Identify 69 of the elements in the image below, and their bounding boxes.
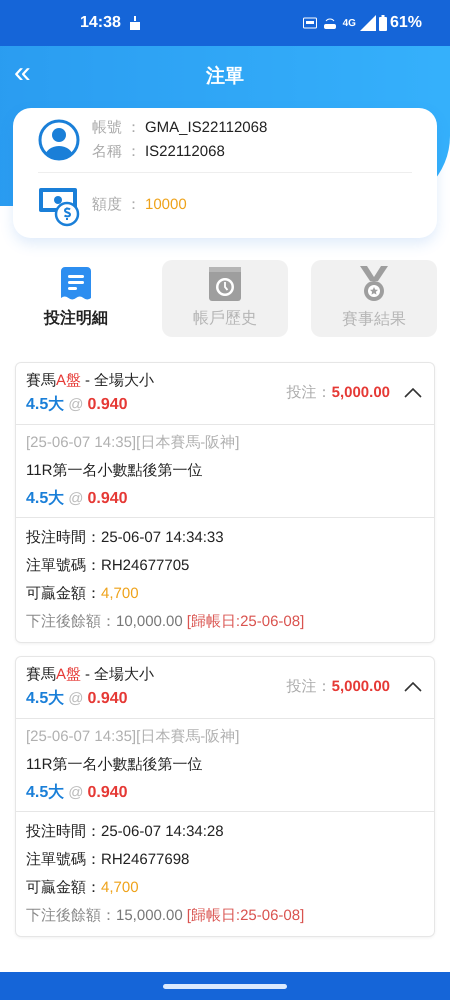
at-sign: @ [68, 488, 84, 509]
field-label: 帳號 [92, 118, 122, 138]
page-title: 注單 [206, 64, 244, 89]
colon: ： [126, 118, 141, 138]
detail-label: 可贏金額： [26, 878, 101, 898]
odds: 0.940 [87, 489, 128, 509]
odds: 0.940 [87, 689, 128, 709]
odds: 0.940 [87, 783, 128, 803]
field-label: 額度 [92, 195, 122, 216]
document-list-icon [61, 266, 91, 300]
collapse-toggle[interactable] [404, 682, 422, 692]
detail-value: RH24677698 [101, 850, 190, 870]
colon: ： [126, 195, 141, 216]
sport-label: 賽馬 [26, 370, 56, 391]
stake-amount: 5,000.00 [332, 676, 390, 697]
detail-value: 25-06-07 14:34:33 [101, 528, 224, 548]
pick: 4.5大 [26, 782, 64, 803]
field-value: 10000 [145, 195, 187, 216]
at-sign: @ [68, 782, 84, 803]
detail-value: 10,000.00 [116, 612, 183, 632]
stake-label: 投注： [286, 676, 332, 697]
sport-label: 賽馬 [26, 664, 56, 685]
stake-label: 投注： [286, 382, 332, 403]
market-name: - 全場大小 [85, 664, 154, 685]
field-label: 名稱 [92, 142, 122, 162]
collapse-toggle[interactable] [404, 388, 422, 398]
stake-amount: 5,000.00 [332, 382, 390, 403]
event-info: [25-06-07 14:35][日本賽馬-阪神] [26, 727, 240, 747]
signal-icon [360, 15, 376, 31]
battery-icon [378, 15, 387, 31]
at-sign: @ [68, 394, 84, 415]
network-type: 4G [342, 16, 356, 30]
detail-label: 投注時間： [26, 822, 101, 842]
detail-label: 注單號碼： [26, 556, 101, 576]
market-tag: A盤 [56, 664, 82, 686]
detail-label: 可贏金額： [26, 584, 101, 604]
pick: 4.5大 [26, 688, 64, 709]
field-value: GMA_IS22112068 [145, 118, 268, 138]
detail-label: 下注後餘額： [26, 906, 116, 926]
detail-value: 25-06-07 14:34:28 [101, 822, 224, 842]
user-avatar-icon [38, 119, 80, 161]
detail-value: 15,000.00 [116, 906, 183, 926]
clock: 14:38 [80, 13, 121, 33]
detail-label: 注單號碼： [26, 850, 101, 870]
detail-label: 下注後餘額： [26, 612, 116, 632]
market-name: - 全場大小 [85, 370, 154, 391]
field-value: IS22112068 [145, 142, 225, 162]
selection-name: 11R第一名小數點後第一位 [26, 755, 204, 775]
detail-value: RH24677705 [101, 556, 190, 576]
pick: 4.5大 [26, 488, 64, 509]
colon: ： [126, 142, 141, 162]
home-indicator[interactable] [163, 984, 287, 988]
selection-name: 11R第一名小數點後第一位 [26, 461, 204, 481]
tab[interactable]: 賽事結果 [311, 260, 437, 337]
battery-level: 61% [390, 13, 422, 33]
at-sign: @ [68, 688, 84, 709]
detail-value: 4,700 [101, 878, 139, 898]
tab[interactable]: 帳戶歷史 [162, 260, 288, 337]
clock-book-icon [209, 266, 241, 300]
detail-label: 投注時間： [26, 528, 101, 548]
odds: 0.940 [87, 395, 128, 415]
detail-value: 4,700 [101, 584, 139, 604]
pick: 4.5大 [26, 394, 64, 415]
settle-date: [歸帳日:25-06-08] [186, 612, 304, 632]
event-info: [25-06-07 14:35][日本賽馬-阪神] [26, 433, 240, 453]
market-tag: A盤 [56, 370, 82, 392]
back-button[interactable]: « [14, 58, 31, 88]
medal-icon [359, 266, 389, 302]
settle-date: [歸帳日:25-06-08] [186, 906, 304, 926]
